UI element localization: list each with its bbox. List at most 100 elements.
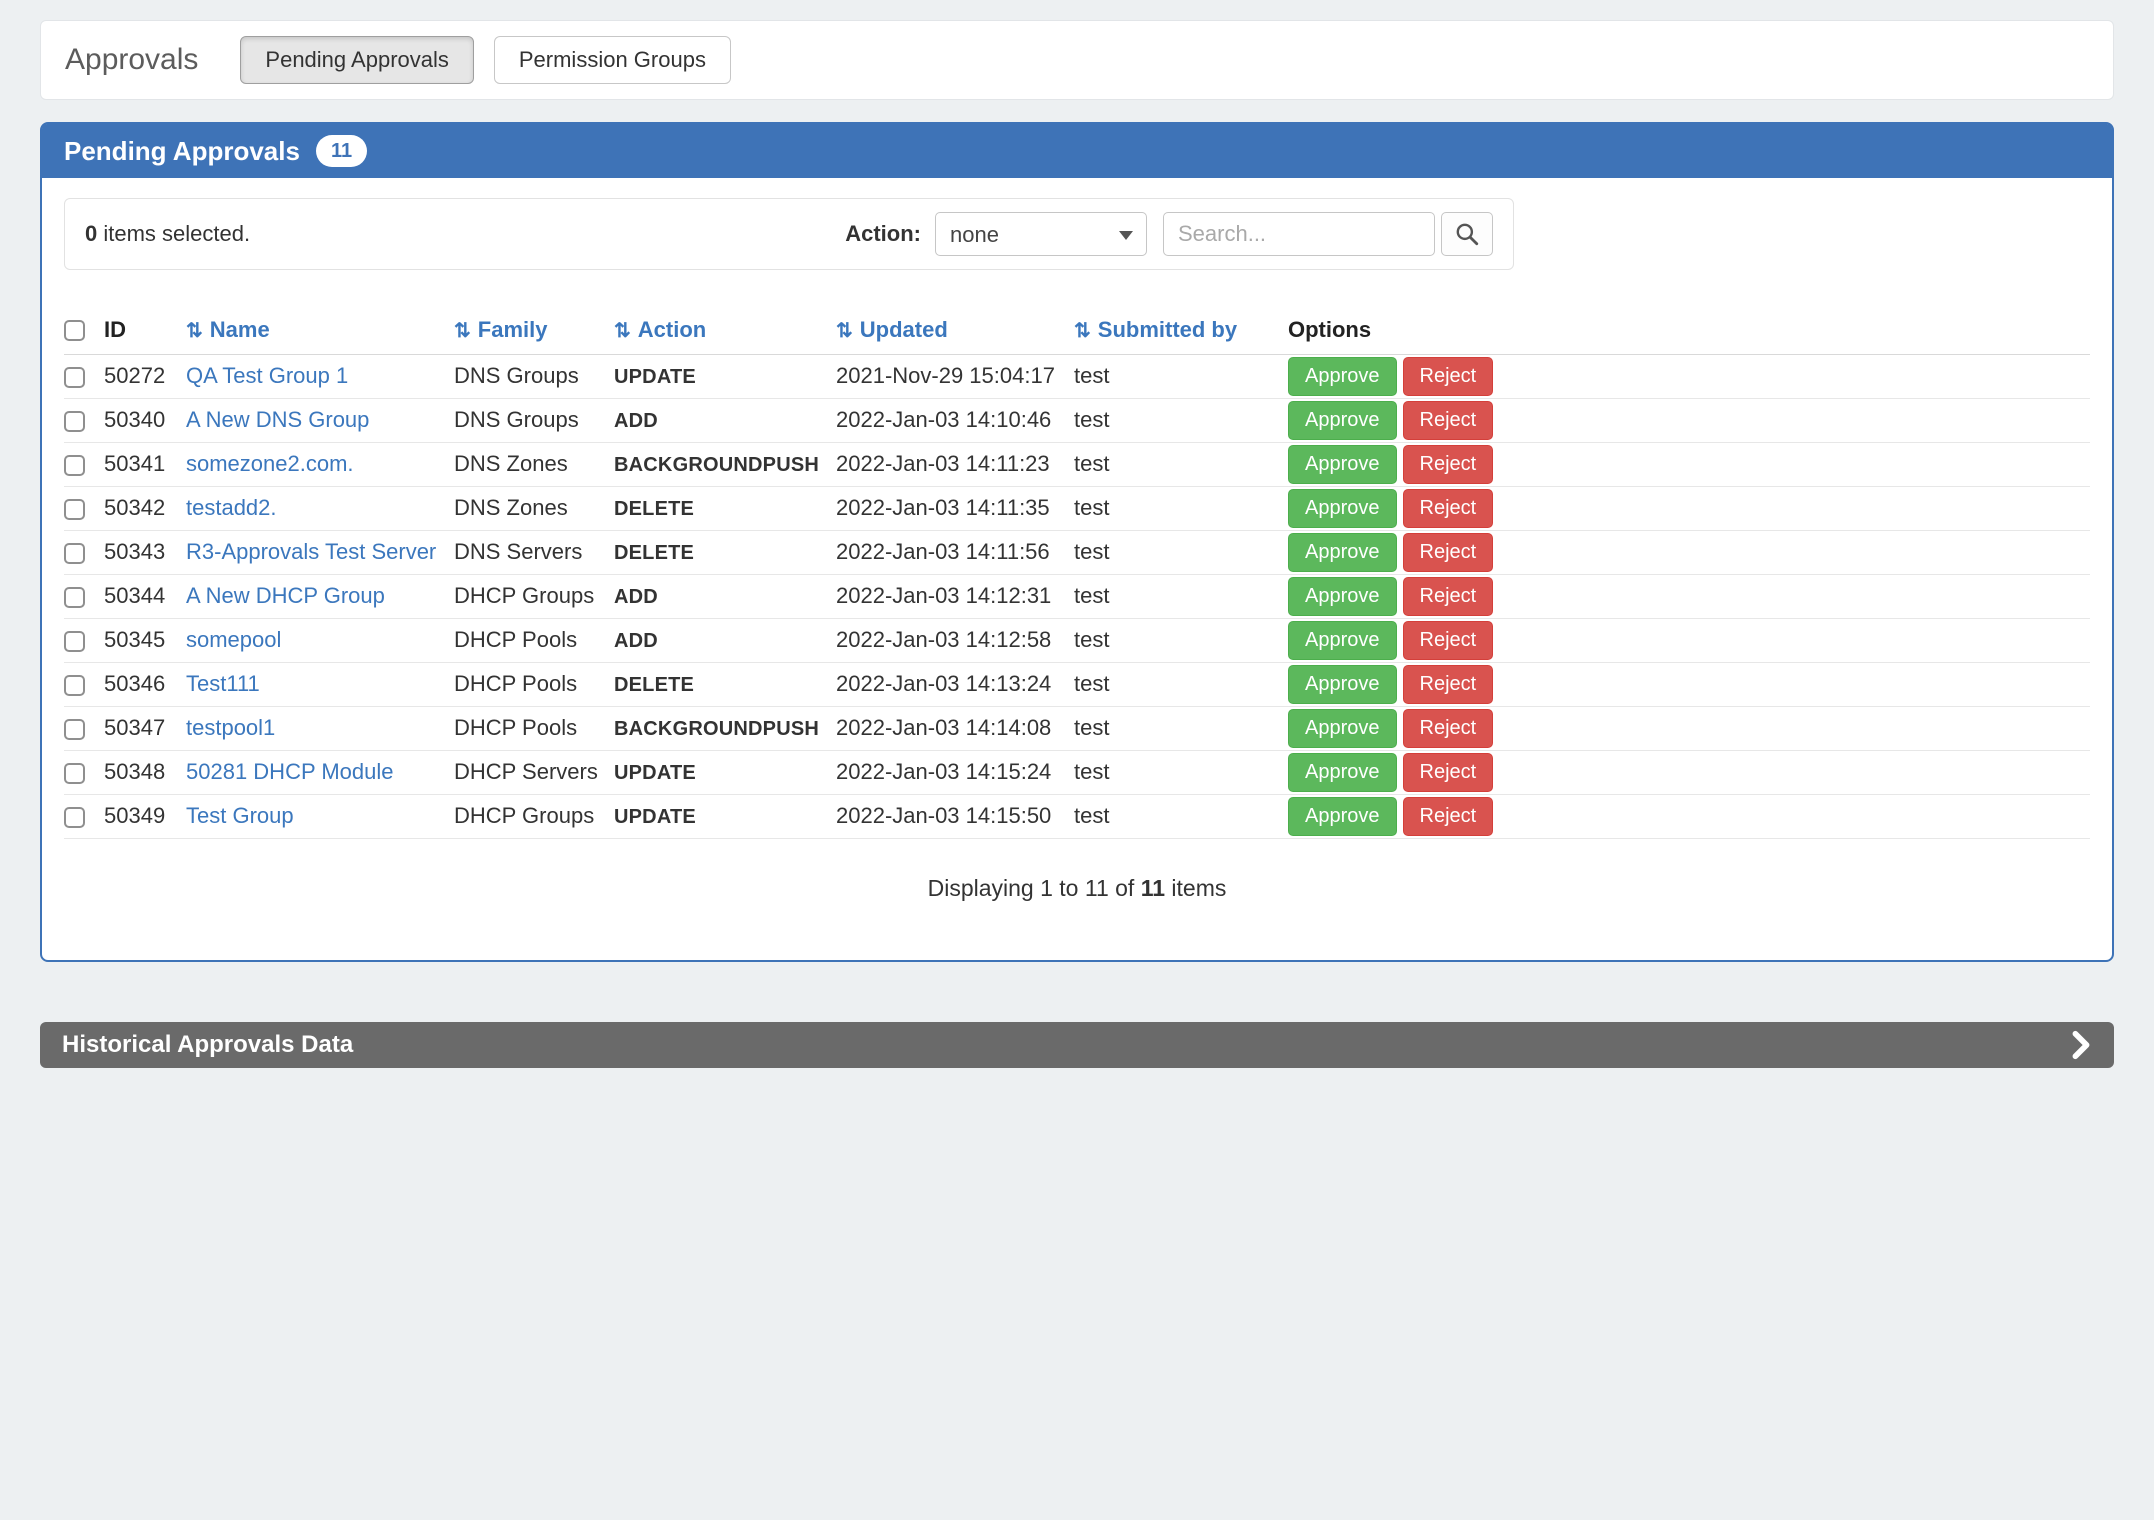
row-submitted-by: test bbox=[1074, 618, 1288, 662]
header-submitted-by[interactable]: ⇅Submitted by bbox=[1074, 306, 1288, 354]
reject-button[interactable]: Reject bbox=[1403, 753, 1494, 792]
approve-button[interactable]: Approve bbox=[1288, 753, 1397, 792]
row-submitted-by: test bbox=[1074, 486, 1288, 530]
row-checkbox[interactable] bbox=[64, 367, 85, 388]
panel-header: Pending Approvals 11 bbox=[42, 124, 2112, 178]
row-checkbox[interactable] bbox=[64, 587, 85, 608]
row-family: DNS Servers bbox=[454, 530, 614, 574]
reject-button[interactable]: Reject bbox=[1403, 533, 1494, 572]
row-submitted-by: test bbox=[1074, 662, 1288, 706]
sort-icon: ⇅ bbox=[454, 320, 471, 342]
row-name-link[interactable]: 50281 DHCP Module bbox=[186, 759, 394, 784]
selected-items-info: 0 items selected. bbox=[85, 221, 250, 247]
approve-button[interactable]: Approve bbox=[1288, 621, 1397, 660]
row-action: UPDATE bbox=[614, 806, 696, 828]
reject-button[interactable]: Reject bbox=[1403, 445, 1494, 484]
tab-pending-approvals[interactable]: Pending Approvals bbox=[240, 36, 473, 84]
row-family: DHCP Pools bbox=[454, 706, 614, 750]
row-id: 50343 bbox=[104, 530, 186, 574]
reject-button[interactable]: Reject bbox=[1403, 797, 1494, 836]
row-name-link[interactable]: Test Group bbox=[186, 803, 294, 828]
row-updated: 2022-Jan-03 14:12:58 bbox=[836, 618, 1074, 662]
row-checkbox[interactable] bbox=[64, 631, 85, 652]
row-id: 50340 bbox=[104, 398, 186, 442]
table-row: 50340A New DNS Group DNS GroupsADD 2022-Ja… bbox=[64, 398, 2090, 442]
row-checkbox[interactable] bbox=[64, 543, 85, 564]
reject-button[interactable]: Reject bbox=[1403, 401, 1494, 440]
reject-button[interactable]: Reject bbox=[1403, 665, 1494, 704]
row-name-link[interactable]: A New DHCP Group bbox=[186, 583, 385, 608]
row-updated: 2022-Jan-03 14:10:46 bbox=[836, 398, 1074, 442]
row-id: 50341 bbox=[104, 442, 186, 486]
row-name-link[interactable]: testadd2. bbox=[186, 495, 277, 520]
table-row: 50349Test GroupDHCP GroupsUPDATE2022-Jan… bbox=[64, 794, 2090, 838]
approve-button[interactable]: Approve bbox=[1288, 357, 1397, 396]
row-family: DNS Groups bbox=[454, 398, 614, 442]
row-name-link[interactable]: somepool bbox=[186, 627, 281, 652]
row-name-link[interactable]: A New DNS Group bbox=[186, 407, 369, 432]
header-id: ID bbox=[104, 306, 186, 354]
table-row: 50347testpool1DHCP PoolsBACKGROUNDPUSH20… bbox=[64, 706, 2090, 750]
approve-button[interactable]: Approve bbox=[1288, 665, 1397, 704]
reject-button[interactable]: Reject bbox=[1403, 709, 1494, 748]
row-submitted-by: test bbox=[1074, 398, 1288, 442]
row-name-link[interactable]: Test111 bbox=[186, 671, 260, 696]
search-button[interactable] bbox=[1441, 212, 1493, 256]
header-updated[interactable]: ⇅Updated bbox=[836, 306, 1074, 354]
row-action: DELETE bbox=[614, 674, 694, 696]
row-name-link[interactable]: testpool1 bbox=[186, 715, 275, 740]
action-label: Action: bbox=[845, 221, 921, 247]
approve-button[interactable]: Approve bbox=[1288, 709, 1397, 748]
row-action: ADD bbox=[614, 410, 658, 432]
historical-approvals-bar[interactable]: Historical Approvals Data bbox=[40, 1022, 2114, 1068]
row-family: DHCP Pools bbox=[454, 618, 614, 662]
row-action: ADD bbox=[614, 586, 658, 608]
row-checkbox[interactable] bbox=[64, 719, 85, 740]
row-action: UPDATE bbox=[614, 366, 696, 388]
header-family[interactable]: ⇅Family bbox=[454, 306, 614, 354]
search-input[interactable] bbox=[1163, 212, 1435, 256]
table-row: 50342testadd2.DNS ZonesDELETE2022-Jan-03… bbox=[64, 486, 2090, 530]
row-checkbox[interactable] bbox=[64, 455, 85, 476]
row-checkbox[interactable] bbox=[64, 675, 85, 696]
row-checkbox[interactable] bbox=[64, 807, 85, 828]
row-submitted-by: test bbox=[1074, 530, 1288, 574]
header-action[interactable]: ⇅Action bbox=[614, 306, 836, 354]
row-checkbox[interactable] bbox=[64, 499, 85, 520]
header-name[interactable]: ⇅Name bbox=[186, 306, 454, 354]
tab-permission-groups[interactable]: Permission Groups bbox=[494, 36, 731, 84]
table-footer: Displaying 1 to 11 of 11 items bbox=[64, 875, 2090, 902]
approve-button[interactable]: Approve bbox=[1288, 489, 1397, 528]
approve-button[interactable]: Approve bbox=[1288, 797, 1397, 836]
row-name-link[interactable]: R3-Approvals Test Server bbox=[186, 539, 436, 564]
row-checkbox[interactable] bbox=[64, 411, 85, 432]
reject-button[interactable]: Reject bbox=[1403, 577, 1494, 616]
panel-title: Pending Approvals bbox=[64, 136, 300, 167]
select-all-checkbox[interactable] bbox=[64, 320, 85, 341]
row-family: DHCP Groups bbox=[454, 794, 614, 838]
selected-count: 0 bbox=[85, 221, 97, 246]
row-checkbox[interactable] bbox=[64, 763, 85, 784]
reject-button[interactable]: Reject bbox=[1403, 621, 1494, 660]
action-select[interactable]: none bbox=[935, 212, 1147, 256]
sort-icon: ⇅ bbox=[614, 320, 631, 342]
approve-button[interactable]: Approve bbox=[1288, 401, 1397, 440]
approve-button[interactable]: Approve bbox=[1288, 445, 1397, 484]
row-id: 50346 bbox=[104, 662, 186, 706]
reject-button[interactable]: Reject bbox=[1403, 489, 1494, 528]
sort-icon: ⇅ bbox=[836, 320, 853, 342]
row-updated: 2022-Jan-03 14:11:56 bbox=[836, 530, 1074, 574]
row-family: DNS Zones bbox=[454, 442, 614, 486]
table-row: 50343R3-Approvals Test Server DNS Servers… bbox=[64, 530, 2090, 574]
row-updated: 2021-Nov-29 15:04:17 bbox=[836, 354, 1074, 398]
table-body: 50272QA Test Group 1DNS GroupsUPDATE2021… bbox=[64, 354, 2090, 838]
row-name-link[interactable]: somezone2.com. bbox=[186, 451, 354, 476]
row-id: 50342 bbox=[104, 486, 186, 530]
approve-button[interactable]: Approve bbox=[1288, 533, 1397, 572]
table-toolbar: 0 items selected. Action: none bbox=[64, 198, 1514, 270]
row-id: 50344 bbox=[104, 574, 186, 618]
approve-button[interactable]: Approve bbox=[1288, 577, 1397, 616]
reject-button[interactable]: Reject bbox=[1403, 357, 1494, 396]
row-action: BACKGROUNDPUSH bbox=[614, 454, 819, 476]
row-name-link[interactable]: QA Test Group 1 bbox=[186, 363, 348, 388]
